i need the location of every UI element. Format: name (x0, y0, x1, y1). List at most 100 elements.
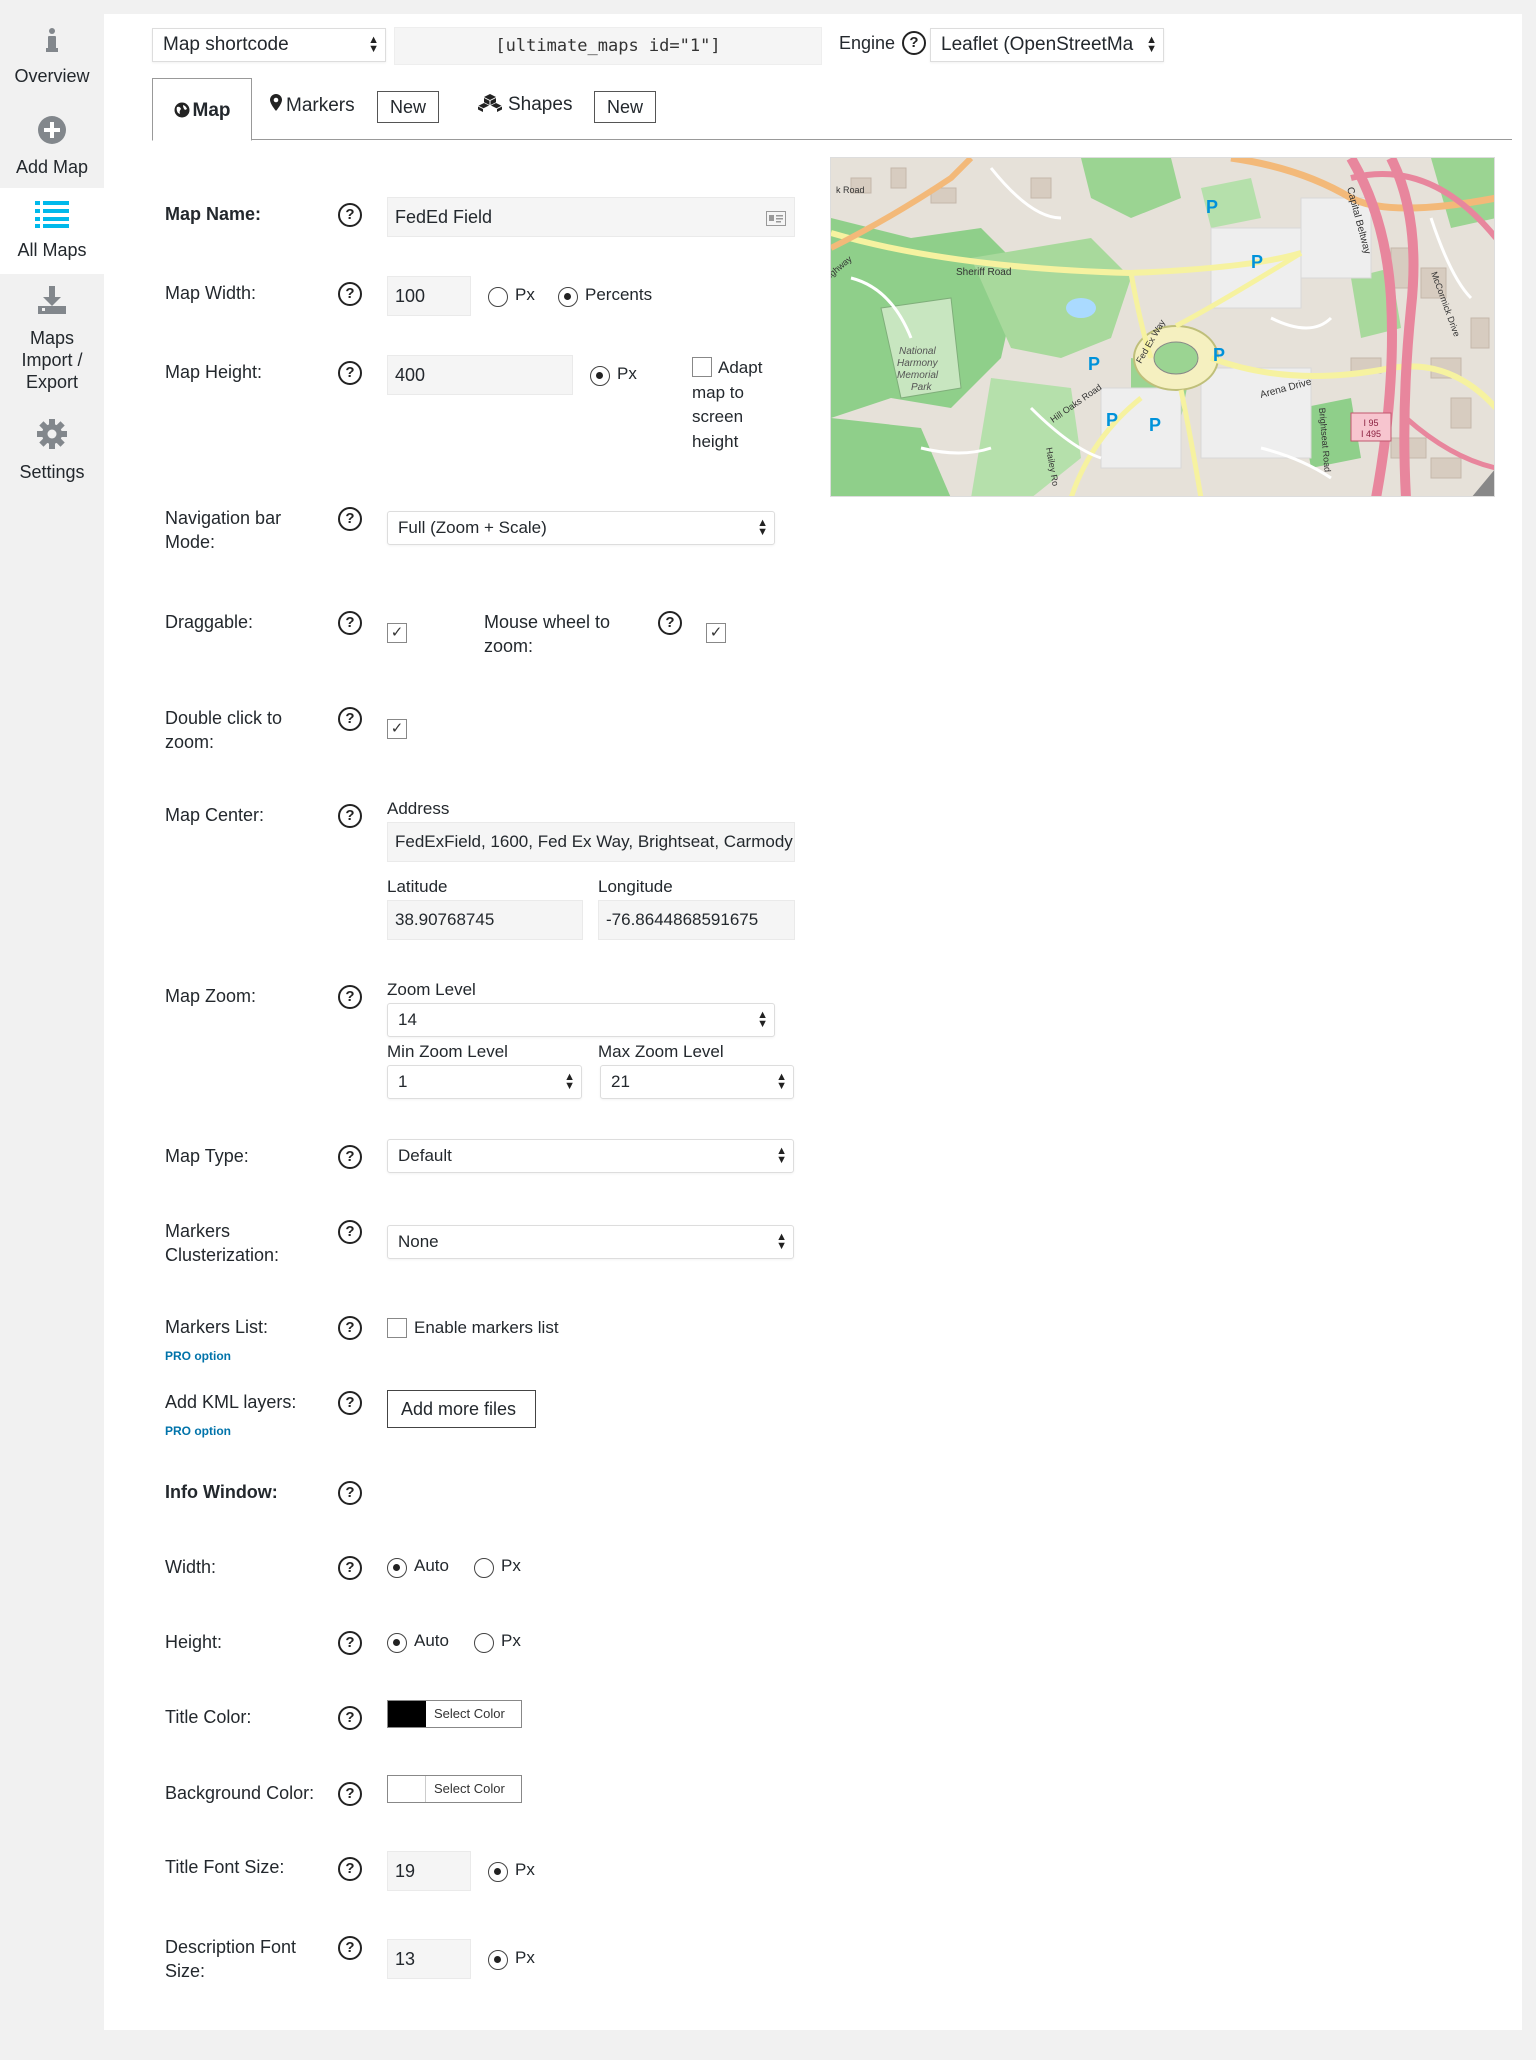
iw-height-auto-radio[interactable] (387, 1633, 407, 1653)
help-icon[interactable]: ? (338, 507, 362, 531)
help-icon[interactable]: ? (338, 1936, 362, 1960)
clusterization-select[interactable]: None ▲ ▼ (387, 1225, 794, 1259)
parking-marker: P (1213, 345, 1225, 365)
adapt-height-label: Adapt map to screen height (692, 358, 763, 451)
sidebar-item-label: Overview (14, 66, 90, 86)
shortcode-select[interactable]: Map shortcode ▲ ▼ (152, 28, 386, 62)
min-zoom-value: 1 (398, 1072, 408, 1091)
help-icon[interactable]: ? (338, 361, 362, 385)
help-icon[interactable]: ? (338, 1706, 362, 1730)
new-shape-button[interactable]: New (594, 91, 657, 123)
download-icon (10, 284, 94, 321)
address-input[interactable]: FedExField, 1600, Fed Ex Way, Brightseat… (387, 822, 795, 862)
help-icon[interactable]: ? (338, 203, 362, 227)
mouse-wheel-checkbox[interactable]: ✓ (706, 623, 726, 643)
kml-layers-label: Add KML layers: (165, 1392, 297, 1412)
iw-width-auto-radio[interactable] (387, 1558, 407, 1578)
sidebar-item-settings[interactable]: Settings (0, 418, 104, 483)
mouse-wheel-label: Mouse wheel to zoom: (484, 612, 611, 656)
parking-marker: P (1106, 410, 1118, 430)
select-arrows-icon: ▲ ▼ (776, 1071, 787, 1092)
info-icon (0, 26, 104, 59)
description-font-size-input[interactable]: 13 (387, 1939, 471, 1979)
latitude-input[interactable]: 38.90768745 (387, 900, 583, 940)
help-icon[interactable]: ? (338, 1391, 362, 1415)
engine-select-value: Leaflet (OpenStreetMa (941, 34, 1134, 55)
sidebar-item-add-map[interactable]: Add Map (0, 115, 104, 178)
plus-circle-icon (0, 115, 104, 150)
title-font-px-radio[interactable] (488, 1862, 508, 1882)
radio-label: Px (501, 1631, 521, 1650)
latitude-label: Latitude (387, 877, 448, 896)
iw-height-px-radio[interactable] (474, 1633, 494, 1653)
iw-width-px-radio[interactable] (474, 1558, 494, 1578)
tabs-divider (152, 139, 1512, 140)
max-zoom-select[interactable]: 21 ▲ ▼ (600, 1065, 794, 1099)
pro-option-link[interactable]: PRO option (165, 1424, 231, 1438)
help-icon[interactable]: ? (338, 804, 362, 828)
longitude-input[interactable]: -76.8644868591675 (598, 900, 795, 940)
map-width-px-radio[interactable] (488, 287, 508, 307)
help-icon[interactable]: ? (338, 1782, 362, 1806)
enable-markers-list-checkbox[interactable] (387, 1318, 407, 1338)
add-more-files-button[interactable]: Add more files (387, 1390, 536, 1428)
description-font-px-radio[interactable] (488, 1950, 508, 1970)
engine-select[interactable]: Leaflet (OpenStreetMa ▲ ▼ (930, 28, 1164, 62)
map-label: Memorial (897, 370, 939, 381)
shortcode-field[interactable]: [ultimate_maps id="1"] (394, 27, 822, 65)
background-color-picker[interactable]: Select Color (387, 1775, 522, 1803)
radio-label: Px (515, 1948, 535, 1967)
help-icon[interactable]: ? (658, 611, 682, 635)
navigation-bar-select[interactable]: Full (Zoom + Scale) ▲ ▼ (387, 511, 775, 545)
tab-markers[interactable]: Markers (270, 94, 355, 117)
highway-shield-text: I 95 (1363, 418, 1378, 428)
draggable-checkbox[interactable]: ✓ (387, 623, 407, 643)
map-height-input[interactable]: 400 (387, 355, 573, 395)
help-icon[interactable]: ? (338, 611, 362, 635)
map-preview[interactable]: Sheriff Road National Harmony Memorial P… (830, 157, 1495, 497)
help-icon[interactable]: ? (338, 1857, 362, 1881)
map-width-percents-radio[interactable] (558, 287, 578, 307)
map-label: Harmony (897, 358, 939, 369)
min-zoom-select[interactable]: 1 ▲ ▼ (387, 1065, 582, 1099)
help-icon[interactable]: ? (902, 31, 926, 55)
select-arrows-icon: ▲ ▼ (776, 1231, 787, 1252)
engine-label: Engine (839, 33, 896, 53)
map-canvas[interactable]: Sheriff Road National Harmony Memorial P… (831, 158, 1495, 497)
title-font-size-input[interactable]: 19 (387, 1851, 471, 1891)
help-icon[interactable]: ? (338, 282, 362, 306)
navigation-bar-value: Full (Zoom + Scale) (398, 518, 547, 537)
sidebar-item-label: Settings (19, 462, 85, 482)
map-height-px-radio[interactable] (590, 366, 610, 386)
map-type-value: Default (398, 1146, 452, 1165)
markers-list-label: Markers List: (165, 1317, 269, 1337)
map-width-input[interactable]: 100 (387, 276, 471, 316)
max-zoom-label: Max Zoom Level (598, 1042, 724, 1061)
help-icon[interactable]: ? (338, 1220, 362, 1244)
sidebar-item-all-maps[interactable]: All Maps (0, 188, 104, 274)
navigation-bar-label: Navigation bar Mode: (165, 508, 282, 552)
sidebar-item-import-export[interactable]: Maps Import / Export (0, 284, 104, 393)
enable-markers-list-label: Enable markers list (414, 1318, 559, 1337)
title-color-picker[interactable]: Select Color (387, 1700, 522, 1728)
help-icon[interactable]: ? (338, 707, 362, 731)
new-marker-button[interactable]: New (377, 91, 440, 123)
pro-option-link[interactable]: PRO option (165, 1349, 231, 1363)
help-icon[interactable]: ? (338, 1556, 362, 1580)
map-type-select[interactable]: Default ▲ ▼ (387, 1139, 794, 1173)
help-icon[interactable]: ? (338, 1145, 362, 1169)
zoom-level-select[interactable]: 14 ▲ ▼ (387, 1003, 775, 1037)
help-icon[interactable]: ? (338, 985, 362, 1009)
double-click-checkbox[interactable]: ✓ (387, 719, 407, 739)
help-icon[interactable]: ? (338, 1481, 362, 1505)
iw-width-label: Width: (165, 1557, 217, 1577)
tab-map[interactable]: Map (152, 78, 252, 141)
parking-marker: P (1251, 252, 1263, 272)
help-icon[interactable]: ? (338, 1631, 362, 1655)
map-name-input[interactable]: FedEd Field (387, 197, 795, 237)
help-icon[interactable]: ? (338, 1316, 362, 1340)
select-arrows-icon: ▲ ▼ (757, 1009, 768, 1030)
sidebar-item-overview[interactable]: Overview (0, 26, 104, 87)
tab-shapes[interactable]: Shapes (478, 94, 572, 118)
radio-label: Px (501, 1556, 521, 1575)
